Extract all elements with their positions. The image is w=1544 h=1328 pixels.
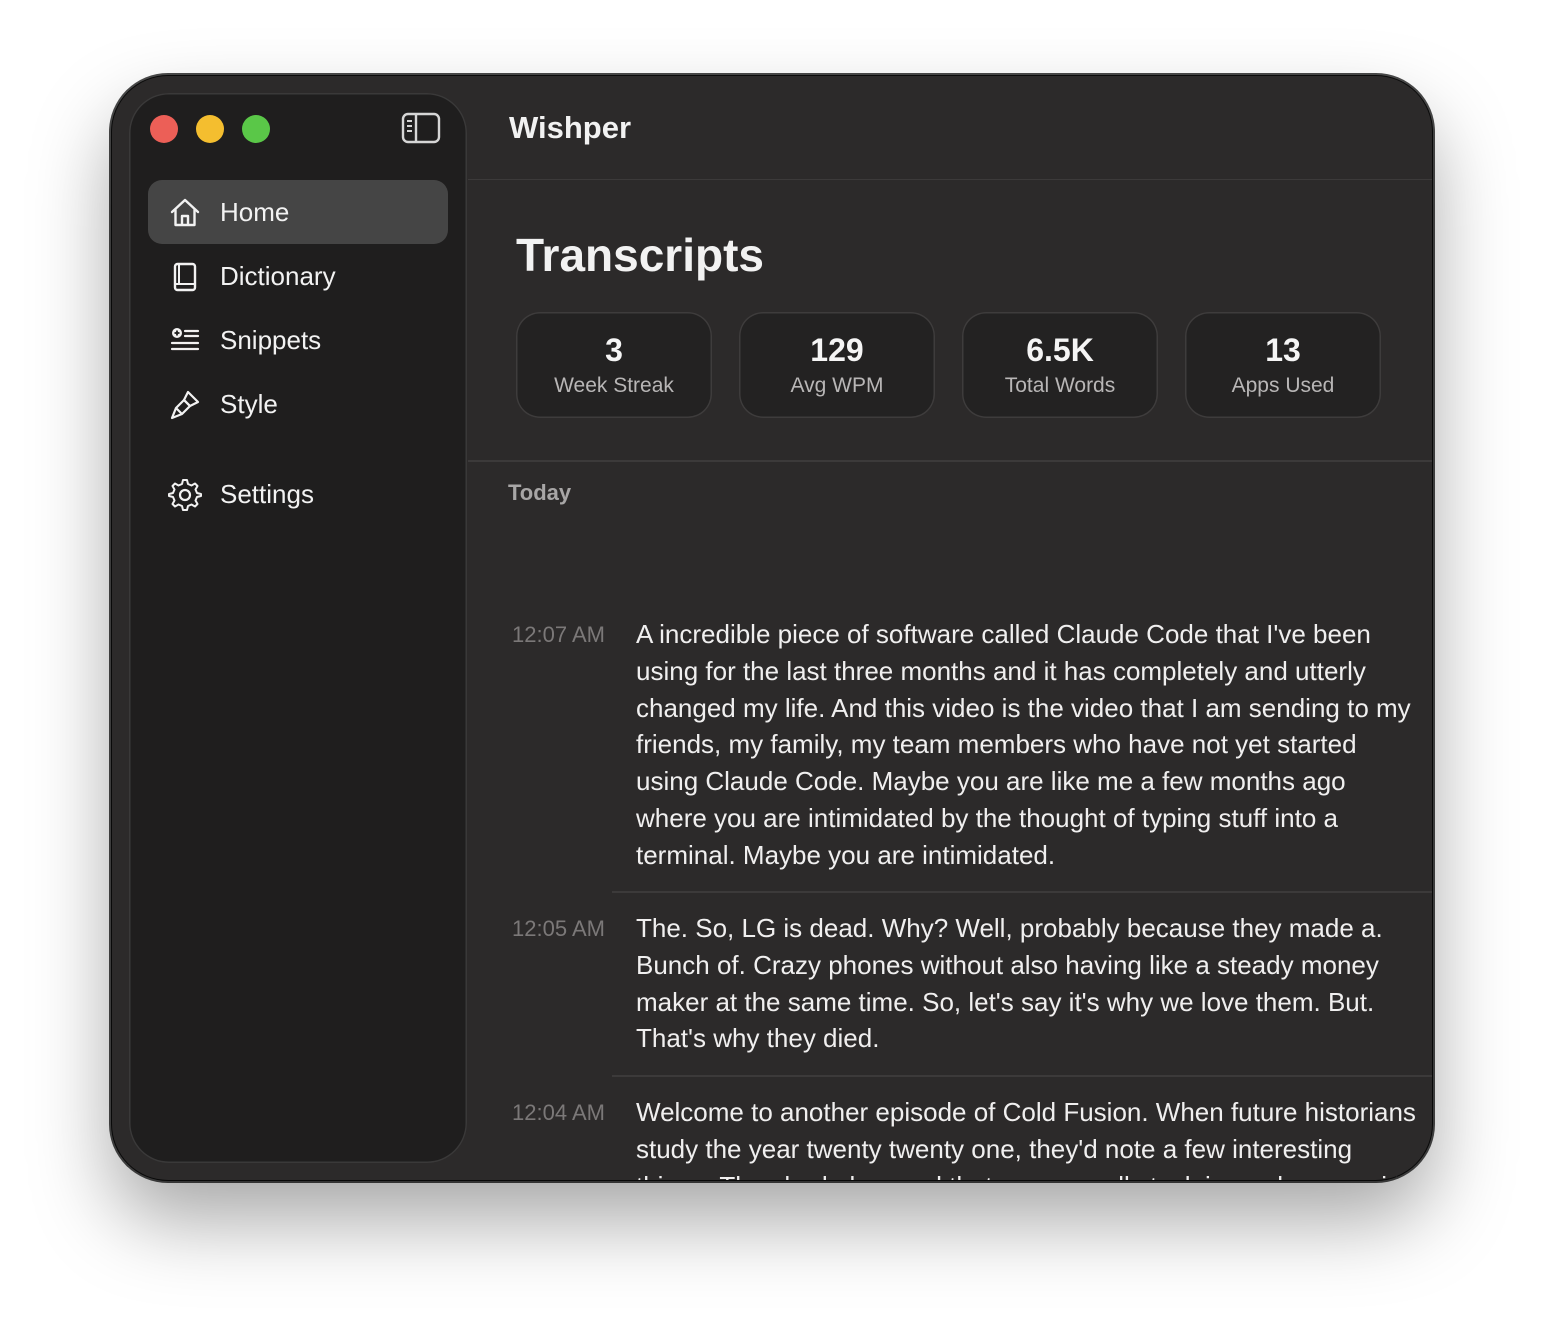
snippets-icon bbox=[168, 324, 202, 358]
maximize-window-button[interactable] bbox=[242, 115, 270, 143]
sidebar-item-home[interactable]: Home bbox=[148, 180, 448, 244]
sidebar-toggle-icon[interactable] bbox=[401, 112, 441, 144]
sidebar-item-style[interactable]: Style bbox=[148, 372, 448, 436]
transcript-text[interactable]: A incredible piece of software called Cl… bbox=[636, 616, 1416, 874]
entry-divider bbox=[612, 891, 1432, 893]
transcript-text[interactable]: Welcome to another episode of Cold Fusio… bbox=[636, 1094, 1416, 1180]
main-content: Transcripts 3 Week Streak 129 Avg WPM 6.… bbox=[468, 180, 1432, 1180]
transcript-time: 12:07 AM bbox=[512, 622, 605, 647]
book-icon bbox=[168, 260, 202, 294]
app-title: Wishper bbox=[509, 110, 632, 145]
sidebar-item-label: Settings bbox=[220, 478, 314, 509]
stat-value: 129 bbox=[810, 332, 864, 368]
sidebar-item-label: Snippets bbox=[220, 324, 322, 355]
app-window: Home Dictionary Snippets Style Settings … bbox=[112, 76, 1432, 1180]
stat-value: 13 bbox=[1265, 332, 1301, 368]
sidebar-nav: Home Dictionary Snippets Style Settings bbox=[148, 180, 448, 526]
transcript-time: 12:04 AM bbox=[512, 1100, 605, 1125]
transcript-time: 12:05 AM bbox=[512, 916, 605, 941]
sidebar-item-label: Home bbox=[220, 196, 290, 227]
sidebar-item-label: Style bbox=[220, 388, 278, 419]
stat-card-apps-used: 13 Apps Used bbox=[1185, 312, 1381, 418]
stat-card-week-streak: 3 Week Streak bbox=[516, 312, 712, 418]
close-window-button[interactable] bbox=[150, 115, 178, 143]
stat-label: Apps Used bbox=[1231, 374, 1335, 397]
title-bar: Wishper bbox=[468, 76, 1432, 180]
gear-icon bbox=[168, 478, 202, 512]
stat-label: Total Words bbox=[1004, 374, 1116, 397]
entry-divider bbox=[612, 1075, 1432, 1077]
sidebar-item-snippets[interactable]: Snippets bbox=[148, 308, 448, 372]
sidebar: Home Dictionary Snippets Style Settings bbox=[129, 93, 467, 1163]
stat-label: Avg WPM bbox=[790, 374, 884, 397]
stat-label: Week Streak bbox=[554, 374, 674, 397]
day-group-header: Today bbox=[508, 480, 572, 505]
stat-value: 6.5K bbox=[1026, 332, 1094, 368]
page-title: Transcripts bbox=[516, 229, 764, 281]
stat-card-avg-wpm: 129 Avg WPM bbox=[739, 312, 935, 418]
sidebar-item-dictionary[interactable]: Dictionary bbox=[148, 244, 448, 308]
transcript-text[interactable]: The. So, LG is dead. Why? Well, probably… bbox=[636, 910, 1416, 1057]
stat-value: 3 bbox=[605, 332, 623, 368]
sidebar-item-settings[interactable]: Settings bbox=[148, 462, 448, 526]
divider bbox=[468, 460, 1432, 462]
home-icon bbox=[168, 196, 202, 230]
brush-icon bbox=[168, 388, 202, 422]
sidebar-item-label: Dictionary bbox=[220, 260, 336, 291]
stat-card-total-words: 6.5K Total Words bbox=[962, 312, 1158, 418]
minimize-window-button[interactable] bbox=[196, 115, 224, 143]
